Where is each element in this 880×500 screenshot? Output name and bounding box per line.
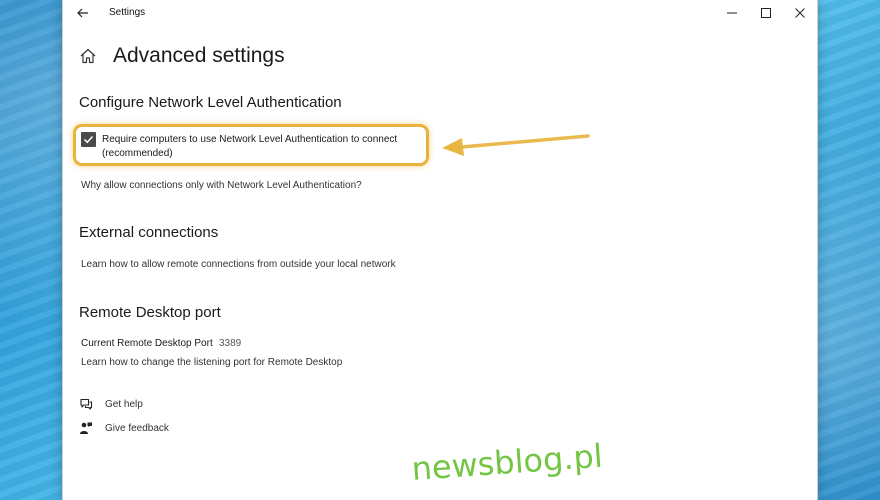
watermark: newsblog.pl	[410, 436, 604, 488]
back-button[interactable]	[69, 3, 97, 23]
give-feedback-label: Give feedback	[105, 422, 169, 434]
nla-info-link[interactable]: Why allow connections only with Network …	[81, 180, 362, 191]
window-title: Settings	[109, 7, 146, 18]
maximize-icon	[761, 8, 771, 18]
close-icon	[795, 8, 805, 18]
window-controls	[715, 0, 817, 26]
back-arrow-icon	[77, 8, 88, 18]
minimize-button[interactable]	[715, 0, 749, 26]
nla-checkbox-label: Require computers to use Network Level A…	[102, 134, 398, 159]
nla-checkbox[interactable]	[81, 132, 96, 147]
checkmark-icon	[83, 135, 94, 144]
port-value: 3389	[219, 338, 242, 349]
port-label: Current Remote Desktop Port	[81, 338, 213, 349]
settings-window: Settings Advanced settings Configure Net…	[62, 0, 818, 500]
minimize-icon	[727, 12, 737, 14]
page-title: Advanced settings	[113, 44, 285, 67]
maximize-button[interactable]	[749, 0, 783, 26]
close-button[interactable]	[783, 0, 817, 26]
nla-heading: Configure Network Level Authentication	[79, 94, 342, 111]
port-info-link[interactable]: Learn how to change the listening port f…	[81, 357, 342, 368]
port-heading: Remote Desktop port	[79, 304, 221, 321]
get-help-link[interactable]: Get help	[79, 397, 143, 411]
pointer-arrow-icon	[442, 134, 590, 156]
home-icon[interactable]	[79, 47, 97, 65]
title-bar: Settings	[63, 0, 817, 26]
help-chat-icon	[80, 398, 93, 410]
give-feedback-link[interactable]: Give feedback	[79, 421, 169, 435]
external-info-link[interactable]: Learn how to allow remote connections fr…	[81, 259, 396, 270]
page-header: Advanced settings	[79, 44, 285, 68]
get-help-label: Get help	[105, 398, 143, 410]
feedback-icon	[80, 422, 92, 434]
external-heading: External connections	[79, 224, 219, 241]
